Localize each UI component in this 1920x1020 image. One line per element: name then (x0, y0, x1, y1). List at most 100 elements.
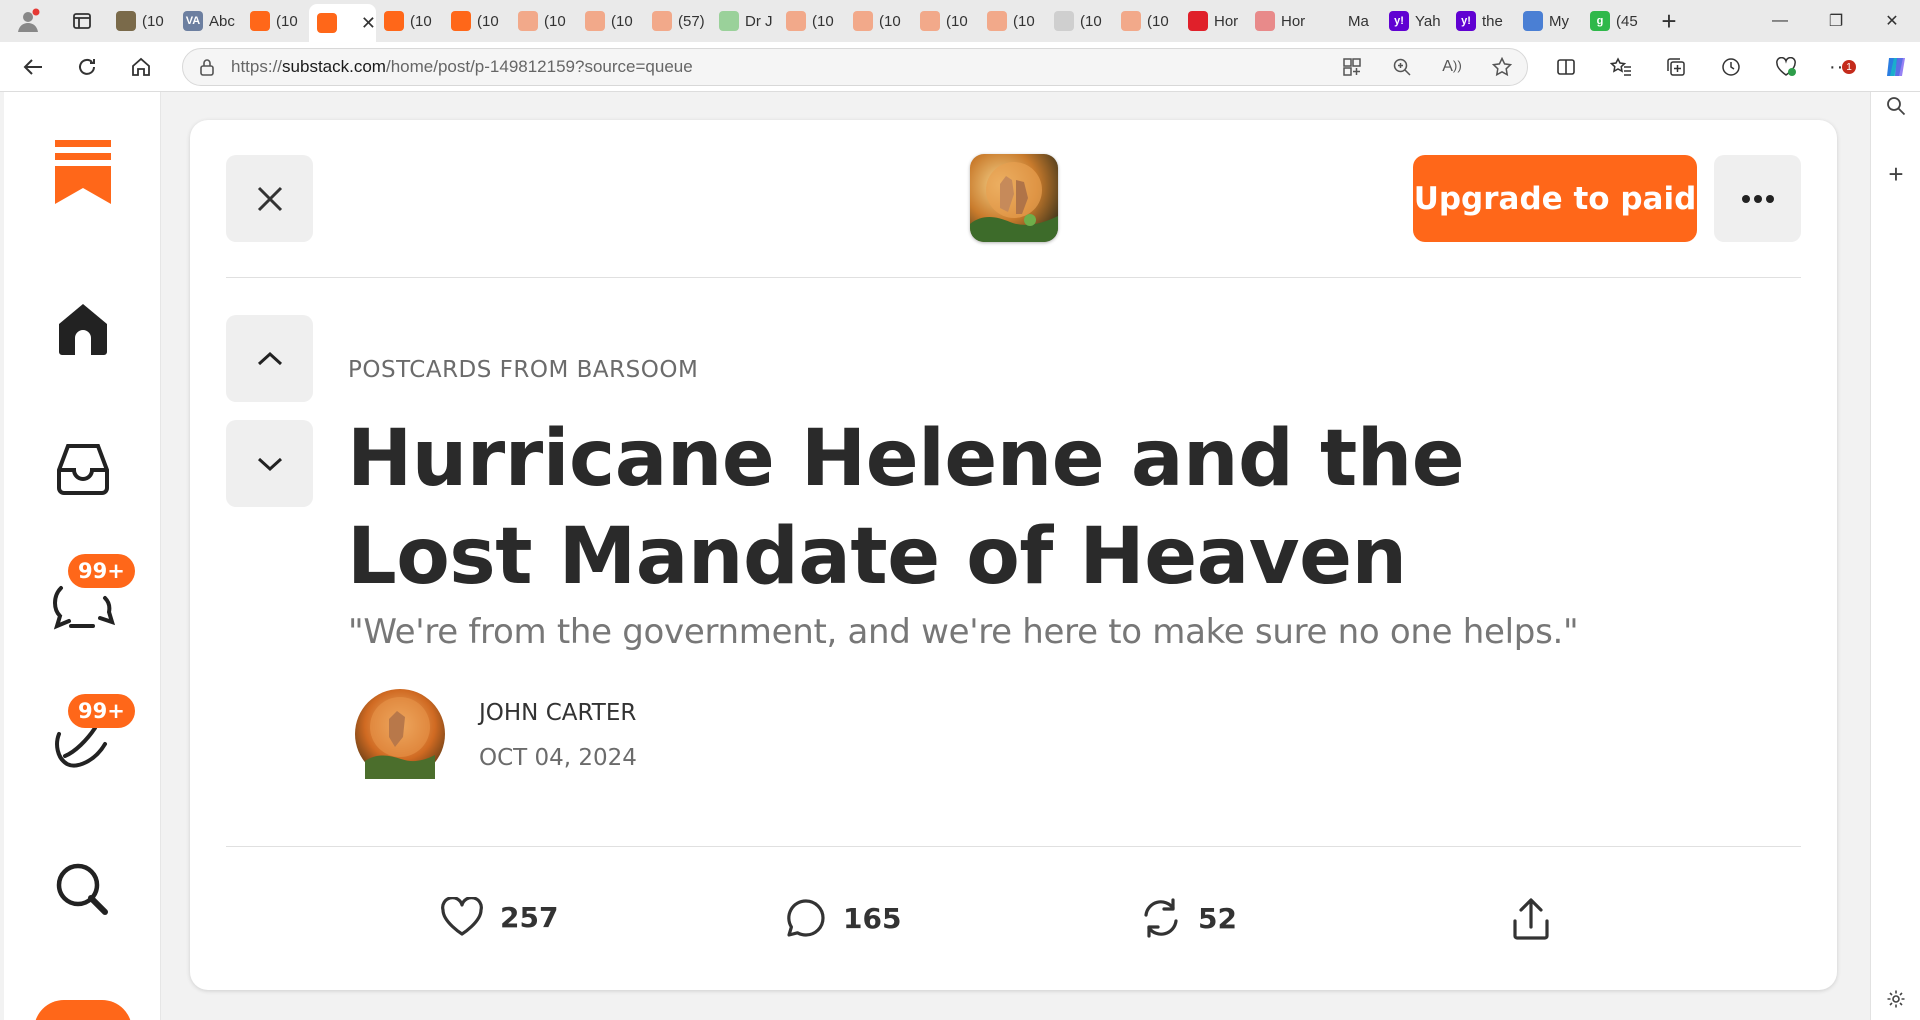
nav-inbox-icon[interactable] (4, 440, 161, 498)
browser-tab[interactable]: (10 (376, 4, 443, 38)
substack-icon (1121, 11, 1141, 31)
tab-title: (10 (410, 12, 432, 30)
browser-tab[interactable]: (10 (443, 4, 510, 38)
tab-title: (10 (611, 12, 633, 30)
more-menu-icon[interactable]: ··· 1 (1813, 42, 1868, 92)
sidebar-add-icon[interactable]: + (1871, 154, 1920, 194)
tab-close-icon[interactable]: ✕ (361, 13, 376, 34)
sidebar-search-icon[interactable] (1871, 94, 1920, 118)
like-button[interactable]: 257 (440, 897, 558, 937)
nav-search-icon[interactable] (4, 860, 161, 920)
upgrade-to-paid-button[interactable]: Upgrade to paid (1413, 155, 1697, 242)
tab-actions-button[interactable] (56, 0, 108, 42)
profile-icon (18, 8, 40, 32)
history-icon[interactable] (1703, 42, 1758, 92)
collections-icon[interactable] (1648, 42, 1703, 92)
browser-tab[interactable]: Hor (1180, 4, 1247, 38)
previous-post-button[interactable] (226, 315, 313, 402)
browser-tab[interactable]: (10 (1046, 4, 1113, 38)
comment-button[interactable]: 165 (785, 897, 901, 939)
substack-sidebar: 99+ 99+ (4, 92, 161, 1020)
substack-logo-icon[interactable] (4, 140, 161, 204)
restore-button[interactable]: ❐ (1808, 0, 1864, 42)
minimize-button[interactable]: — (1752, 0, 1808, 42)
browser-tab[interactable]: (10 (108, 4, 175, 38)
home-button[interactable] (114, 42, 168, 92)
substack-icon (786, 11, 806, 31)
chevron-down-icon (257, 457, 282, 471)
browser-tab[interactable]: Hor (1247, 4, 1314, 38)
close-post-button[interactable] (226, 155, 313, 242)
heart-icon (441, 897, 483, 936)
substack-icon (518, 11, 538, 31)
browser-tab[interactable]: Ma (1314, 4, 1381, 38)
copilot-icon[interactable] (1868, 42, 1920, 92)
publication-logo[interactable] (970, 154, 1058, 242)
post-date: OCT 04, 2024 (479, 745, 637, 771)
play-icon (719, 11, 739, 31)
address-bar[interactable]: https://substack.com/home/post/p-1498121… (182, 48, 1528, 86)
yahoo-icon: y! (1456, 11, 1476, 31)
browser-tab[interactable]: (10 (242, 4, 309, 38)
substack-icon (652, 11, 672, 31)
tab-title: (10 (1013, 12, 1035, 30)
lock-icon[interactable] (183, 58, 231, 76)
read-aloud-icon[interactable]: A)) (1427, 58, 1477, 76)
author-avatar[interactable] (355, 689, 445, 779)
browser-tab[interactable]: (10 (845, 4, 912, 38)
close-window-button[interactable]: ✕ (1864, 0, 1920, 42)
browser-tab[interactable]: (10 (577, 4, 644, 38)
browser-tab[interactable]: y! Yah (1381, 4, 1448, 38)
browser-tab[interactable]: (10 (510, 4, 577, 38)
substack-icon (920, 11, 940, 31)
nav-compose-button[interactable] (4, 1000, 161, 1020)
zoom-icon[interactable] (1377, 58, 1427, 76)
edge-sidebar: + (1870, 92, 1920, 1020)
substack-icon (585, 11, 605, 31)
tab-title: Ma (1348, 12, 1369, 30)
browser-tab[interactable]: (10 (912, 4, 979, 38)
grammarly-icon: g (1590, 11, 1610, 31)
close-icon (257, 186, 282, 211)
url-text: https://substack.com/home/post/p-1498121… (231, 57, 693, 76)
browser-tab[interactable]: y! the (1448, 4, 1515, 38)
share-button[interactable] (1512, 897, 1550, 941)
image-thumb-icon (1054, 11, 1074, 31)
profile-button[interactable] (0, 0, 56, 42)
browser-tab[interactable]: (10 (778, 4, 845, 38)
browser-tab[interactable]: (10 (979, 4, 1046, 38)
window-controls: — ❐ ✕ (1752, 0, 1920, 42)
nav-home-icon[interactable] (4, 300, 161, 356)
restack-button[interactable]: 52 (1140, 897, 1237, 939)
post-title: Hurricane Helene and the Lost Mandate of… (347, 414, 1465, 602)
publication-name[interactable]: POSTCARDS FROM BARSOOM (348, 357, 698, 383)
split-screen-icon[interactable] (1538, 42, 1593, 92)
app-available-icon[interactable] (1327, 58, 1377, 76)
favorite-star-icon[interactable] (1477, 57, 1527, 77)
refresh-button[interactable] (60, 42, 114, 92)
browser-tab[interactable]: (57) (644, 4, 711, 38)
browser-tab[interactable]: Dr J (711, 4, 778, 38)
performance-icon[interactable] (1758, 42, 1813, 92)
next-post-button[interactable] (226, 420, 313, 507)
tab-title: (10 (946, 12, 968, 30)
wave-icon (1523, 11, 1543, 31)
browser-tab[interactable]: (10 (1113, 4, 1180, 38)
tab-title: the (1482, 12, 1503, 30)
back-button[interactable] (6, 42, 60, 92)
substack-icon (853, 11, 873, 31)
browser-tab[interactable]: My (1515, 4, 1582, 38)
author-name[interactable]: JOHN CARTER (479, 700, 636, 726)
browser-tab[interactable]: g (45 (1582, 4, 1649, 38)
tab-title: My (1549, 12, 1569, 30)
tab-title: (10 (1147, 12, 1169, 30)
sidebar-settings-icon[interactable] (1871, 982, 1920, 1016)
more-options-button[interactable] (1714, 155, 1801, 242)
chevron-up-icon (257, 351, 282, 365)
favorites-icon[interactable] (1593, 42, 1648, 92)
tab-title: (10 (142, 12, 164, 30)
browser-tab[interactable]: VA Abc (175, 4, 242, 38)
new-tab-button[interactable]: + (1649, 4, 1689, 38)
browser-tab[interactable]: ✕ (309, 4, 376, 42)
refresh-icon (79, 58, 95, 75)
